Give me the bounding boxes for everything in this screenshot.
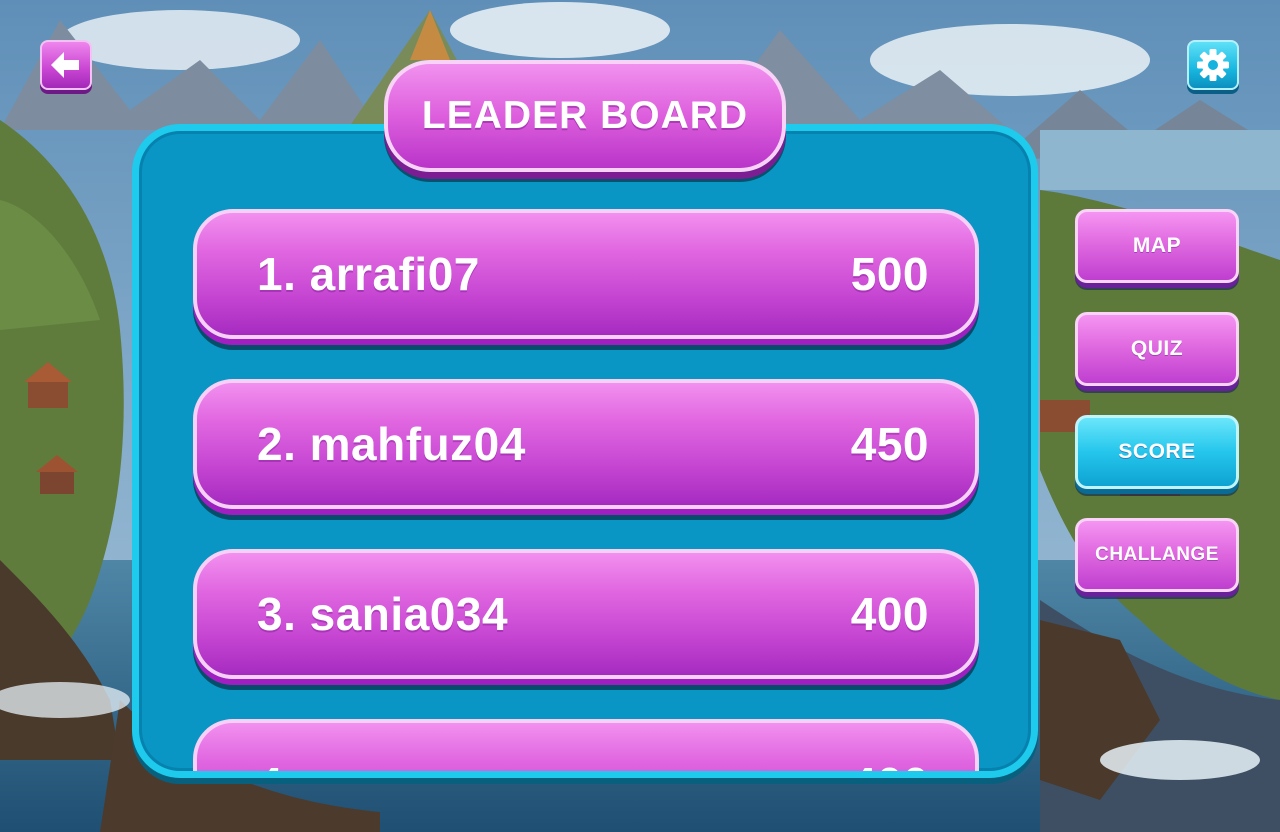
player-rank-name: 1. arrafi07 bbox=[257, 248, 480, 300]
score-button[interactable]: SCORE bbox=[1075, 415, 1239, 489]
page-title-banner: LEADER BOARD bbox=[384, 60, 786, 172]
leaderboard-list[interactable]: 1. arrafi07 500 2. mahfuz04 450 3. sania… bbox=[139, 131, 1031, 771]
leaderboard-panel: 1. arrafi07 500 2. mahfuz04 450 3. sania… bbox=[132, 124, 1038, 778]
score-button-label: SCORE bbox=[1118, 440, 1196, 463]
leaderboard-row[interactable]: 1. arrafi07 500 bbox=[193, 209, 979, 339]
player-score: 450 bbox=[850, 418, 929, 470]
player-rank-name: 3. sania034 bbox=[257, 588, 509, 640]
back-button[interactable] bbox=[40, 40, 92, 90]
arrow-left-icon bbox=[51, 52, 79, 78]
player-rank-name: 4. .......... bbox=[257, 723, 442, 771]
gear-icon bbox=[1197, 49, 1229, 81]
page-title: LEADER BOARD bbox=[421, 94, 749, 137]
player-rank-name: 2. mahfuz04 bbox=[257, 418, 526, 470]
map-button[interactable]: MAP bbox=[1075, 209, 1239, 283]
challange-button-label: CHALLANGE bbox=[1095, 544, 1219, 565]
player-score: 400 bbox=[851, 723, 929, 771]
map-button-label: MAP bbox=[1132, 234, 1182, 257]
player-score: 400 bbox=[850, 588, 929, 640]
quiz-button[interactable]: QUIZ bbox=[1075, 312, 1239, 386]
leaderboard-row[interactable]: 2. mahfuz04 450 bbox=[193, 379, 979, 509]
leaderboard-row[interactable]: 4. .......... 400 bbox=[193, 719, 979, 771]
leaderboard-row[interactable]: 3. sania034 400 bbox=[193, 549, 979, 679]
settings-button[interactable] bbox=[1187, 40, 1239, 90]
player-score: 500 bbox=[850, 248, 929, 300]
quiz-button-label: QUIZ bbox=[1130, 337, 1184, 360]
challange-button[interactable]: CHALLANGE bbox=[1075, 518, 1239, 592]
